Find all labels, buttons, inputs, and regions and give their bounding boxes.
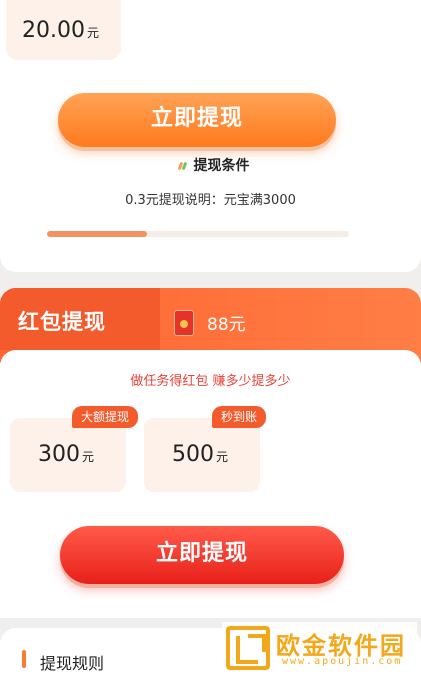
option-tag: 大额提现: [71, 406, 138, 428]
option-tag: 秒到账: [211, 406, 266, 428]
condition-title-text: 提现条件: [193, 158, 250, 174]
withdraw-now-button[interactable]: 立即提现: [58, 93, 336, 147]
red-packet-title: 红包提现: [18, 310, 106, 334]
option-number: 300: [38, 442, 80, 467]
condition-description: 0.3元提现说明：元宝满3000: [125, 193, 296, 208]
withdraw-option-500[interactable]: 秒到账 500 元: [144, 406, 266, 492]
amount-number: 20.00: [22, 18, 85, 43]
withdraw-option-300[interactable]: 大额提现 300 元: [10, 406, 138, 492]
rules-accent-bar: [22, 650, 26, 668]
progress-bar: [47, 231, 349, 237]
option-number: 500: [172, 442, 214, 467]
red-packet-withdraw-button[interactable]: 立即提现: [60, 526, 344, 584]
red-packet-balance: 88元: [207, 315, 246, 335]
amount-unit: 元: [86, 26, 99, 40]
watermark-url: www.apoujin.com: [282, 656, 403, 667]
rules-title: 提现规则: [40, 654, 105, 673]
amount-option-selected[interactable]: 20.00 元: [6, 0, 121, 60]
option-value: 500 元: [172, 442, 228, 467]
progress-fill: [47, 231, 147, 237]
red-envelope-icon: [174, 310, 194, 336]
coin-withdraw-card: 20.00 元 立即提现 提现条件 0.3元提现说明：元宝满3000: [0, 0, 421, 272]
amount-value: 20.00 元: [22, 18, 99, 43]
red-packet-slogan: 做任务得红包 赚多少提多少: [130, 374, 291, 389]
option-unit: 元: [82, 450, 95, 464]
decor-left-icon: [178, 161, 188, 171]
watermark-logo-icon: [226, 626, 270, 670]
option-value: 300 元: [38, 442, 94, 467]
condition-title: 提现条件: [0, 155, 421, 175]
site-watermark: 欧金软件园 www.apoujin.com: [222, 622, 417, 674]
option-unit: 元: [216, 450, 229, 464]
